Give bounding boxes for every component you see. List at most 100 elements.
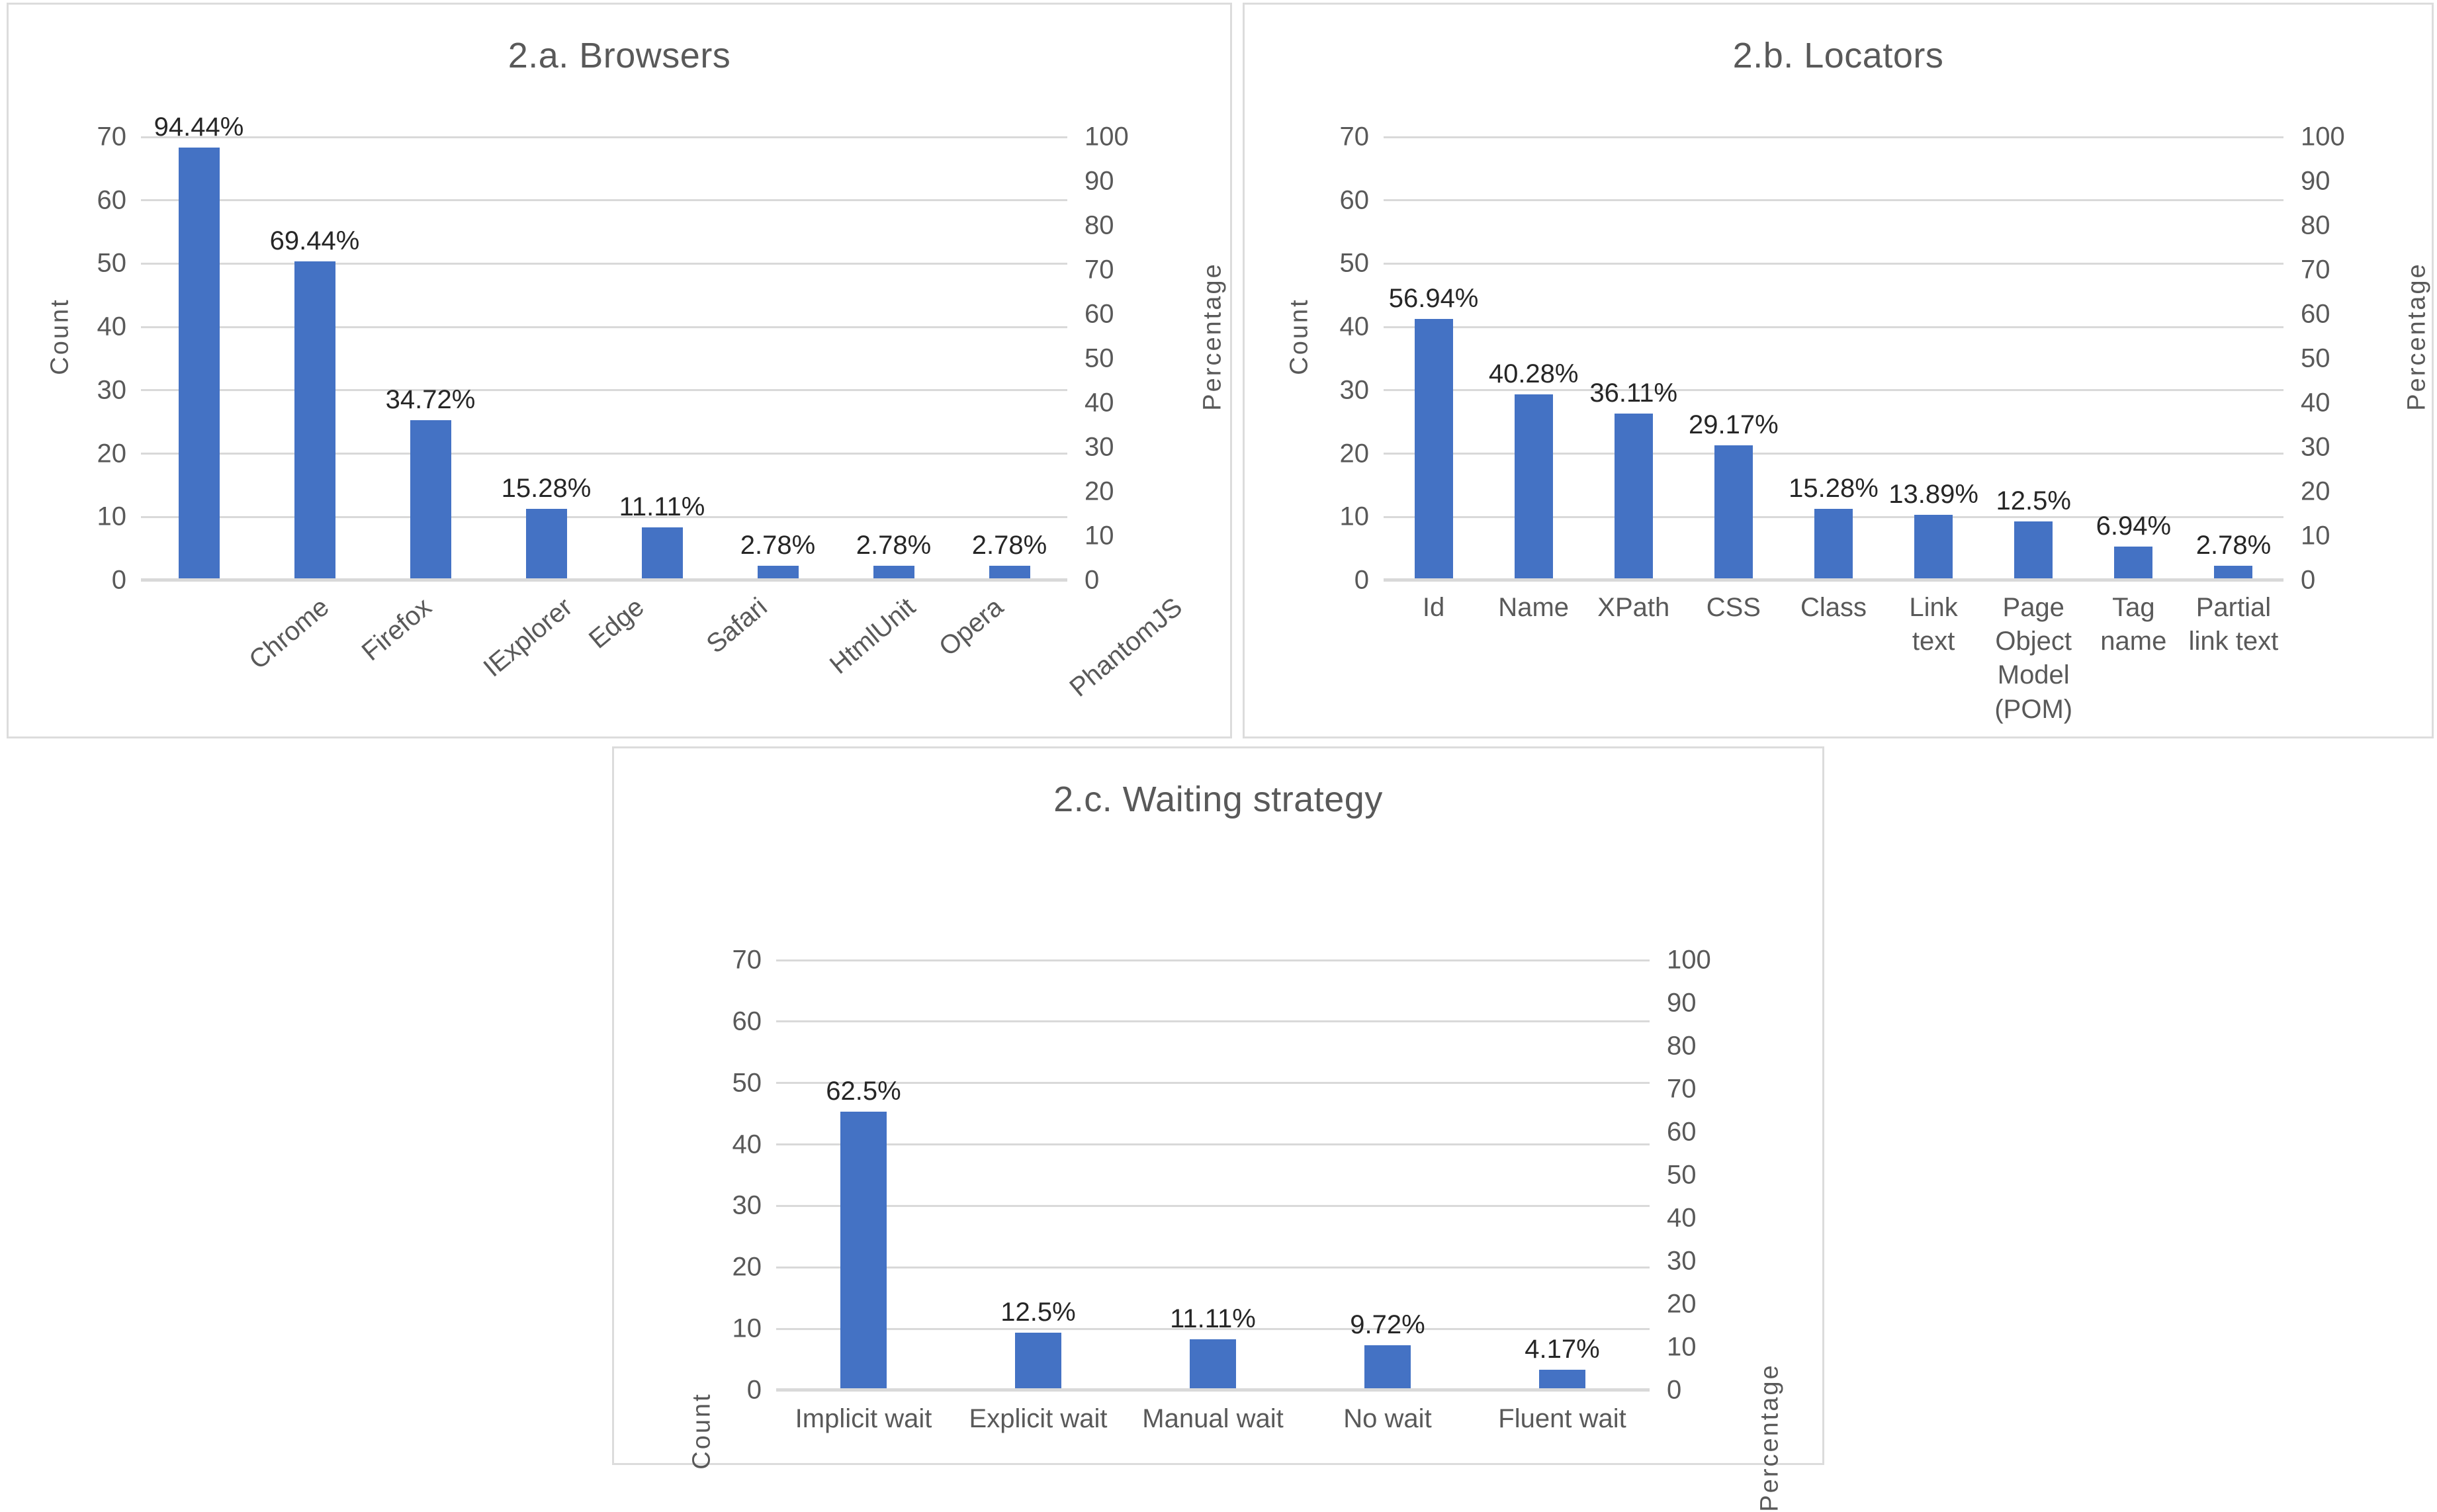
chart-title-waiting-strategy: 2.c. Waiting strategy [1053, 779, 1383, 819]
x-axis-category-label: IExplorer [477, 592, 578, 683]
bar-data-label: 2.78% [740, 530, 816, 560]
plot-area-waiting-strategy: 0 10 20 30 40 50 60 70 0 10 20 30 40 50 60 70 80 90 100 6… [732, 946, 1711, 1434]
bar-data-label: 56.94% [1388, 283, 1479, 313]
y2-axis-tick-label: 70 [1085, 255, 1114, 285]
y-axis-tick-label: 40 [1339, 312, 1370, 341]
x-axis-line [141, 578, 1067, 580]
bar-group: 56.94% [1384, 137, 1484, 578]
y-axis-tick-label: 10 [97, 502, 127, 531]
bar [873, 565, 914, 578]
y2-axis-tick-label: 30 [2301, 432, 2330, 462]
bar [757, 565, 799, 578]
x-axis-category-label: Manual wait [1142, 1404, 1284, 1433]
bar-data-label: 29.17% [1689, 410, 1779, 439]
y-axis-tick-label: 50 [1339, 248, 1370, 278]
bar-series: 94.44% 69.44% 34.72% 15.28% 11.11% 2.78% 2.78%… [141, 112, 1067, 578]
y2-axis-tick-label: 50 [2301, 343, 2330, 373]
bar-group: 12.5% [951, 960, 1126, 1388]
chart-title-browsers: 2.a. Browsers [508, 36, 731, 75]
x-axis-category-label: PhantomJS [1063, 592, 1188, 703]
y2-axis-tick-label: 10 [1667, 1332, 1697, 1362]
y-axis-title-count: Count [1285, 298, 1313, 375]
chart-panel-browsers: 2.a. Browsers Count Percentage 0 10 20 30 40… [7, 3, 1232, 738]
x-axis-category-label: Chrome [243, 592, 335, 676]
y-axis-tick-label: 30 [732, 1190, 762, 1220]
bar-data-label: 6.94% [2096, 511, 2172, 541]
bar-series: 56.94% 40.28% 36.11% 29.17% 15.28% 13.89% 12.5… [1384, 137, 2283, 578]
bar-data-label: 69.44% [269, 226, 360, 256]
bar-data-label: 2.78% [2195, 530, 2272, 560]
y-axis-tick-label: 0 [1354, 565, 1369, 595]
y2-axis-tick-label: 40 [1085, 388, 1114, 418]
bar-data-label: 12.5% [1000, 1298, 1076, 1327]
x-axis-line [1384, 578, 2283, 580]
bar-group: 2.78% [952, 137, 1067, 578]
y-axis-tick-label: 0 [111, 565, 126, 595]
bar [1814, 508, 1853, 578]
y2-axis-tick-label: 80 [1667, 1031, 1697, 1061]
y2-axis-tick-label: 100 [2301, 122, 2345, 152]
y-axis-tick-label: 0 [746, 1375, 762, 1405]
bar [1714, 445, 1753, 578]
y2-axis-tick-label: 50 [1085, 343, 1114, 373]
y2-axis-tick-label: 90 [1667, 988, 1697, 1018]
bar [1539, 1370, 1585, 1388]
bar [2214, 565, 2253, 578]
bar [1190, 1339, 1236, 1388]
x-axis-category-label: Id [1422, 593, 1445, 622]
bar-group: 2.78% [720, 137, 836, 578]
y-axis-tick-label: 70 [97, 122, 127, 152]
x-axis-category-label: Tag name [2100, 593, 2167, 656]
bar [840, 1112, 887, 1388]
bar-data-label: 13.89% [1888, 480, 1978, 510]
bar-data-label: 94.44% [154, 112, 244, 142]
x-axis-category-label: HtmlUnit [824, 592, 921, 680]
x-axis-line [776, 1388, 1650, 1390]
bar [1514, 394, 1553, 578]
bar-data-label: 12.5% [1996, 486, 2071, 515]
y2-axis-tick-label: 60 [1085, 299, 1114, 329]
y-axis-title-count: Count [687, 1392, 716, 1470]
bar-group: 9.72% [1300, 960, 1475, 1388]
y2-axis-tick-label: 50 [1667, 1160, 1697, 1190]
y2-axis-tick-label: 90 [2301, 166, 2330, 196]
x-axis-category-label: Opera [933, 592, 1008, 662]
y-axis-tick-label: 20 [1339, 439, 1370, 468]
y-axis-tick-label: 10 [1339, 502, 1370, 531]
bar-group: 34.72% [373, 137, 488, 578]
x-axis-category-label: Explicit wait [969, 1404, 1108, 1433]
bar [178, 148, 220, 578]
bar-data-label: 34.72% [385, 384, 476, 414]
y2-axis-tick-label: 10 [1085, 521, 1114, 551]
y-axis-tick-label: 30 [1339, 375, 1370, 405]
bar-group: 15.28% [488, 137, 604, 578]
x-axis-category-label: Safari [700, 592, 773, 659]
x-axis-category-label: XPath [1597, 593, 1670, 622]
x-axis-category-label: Firefox [356, 592, 437, 667]
bar [2014, 521, 2053, 578]
bar-group: 62.5% [776, 960, 951, 1388]
y-axis-tick-label: 60 [1339, 185, 1370, 215]
y-axis-tick-label: 50 [732, 1068, 762, 1098]
x-axis-category-label: No wait [1343, 1404, 1432, 1433]
y2-axis-tick-label: 10 [2301, 521, 2330, 551]
bar [2114, 547, 2153, 578]
y2-axis-tick-label: 30 [1667, 1246, 1697, 1276]
bar [641, 527, 683, 578]
bar-group: 15.28% [1783, 137, 1883, 578]
y-axis-tick-label: 20 [97, 439, 127, 468]
x-axis-category-label: Class [1800, 593, 1867, 622]
y2-axis-tick-label: 0 [1667, 1375, 1682, 1405]
y-axis-tick-label: 50 [97, 248, 127, 278]
y2-axis-tick-label: 80 [2301, 210, 2330, 240]
y-axis-tick-label: 70 [1339, 122, 1370, 152]
y-axis-tick-label: 10 [732, 1313, 762, 1343]
bar [410, 420, 451, 578]
y2-axis-tick-label: 40 [1667, 1203, 1697, 1233]
bar-group: 69.44% [257, 137, 373, 578]
bar-data-label: 2.78% [856, 530, 932, 560]
y-axis-tick-label: 70 [732, 945, 762, 975]
x-axis-category-label: Fluent wait [1498, 1404, 1626, 1433]
chart-panel-locators: 2.b. Locators Count Percentage 0 10 20 30 40… [1243, 3, 2434, 738]
bar-data-label: 11.11% [619, 492, 705, 522]
